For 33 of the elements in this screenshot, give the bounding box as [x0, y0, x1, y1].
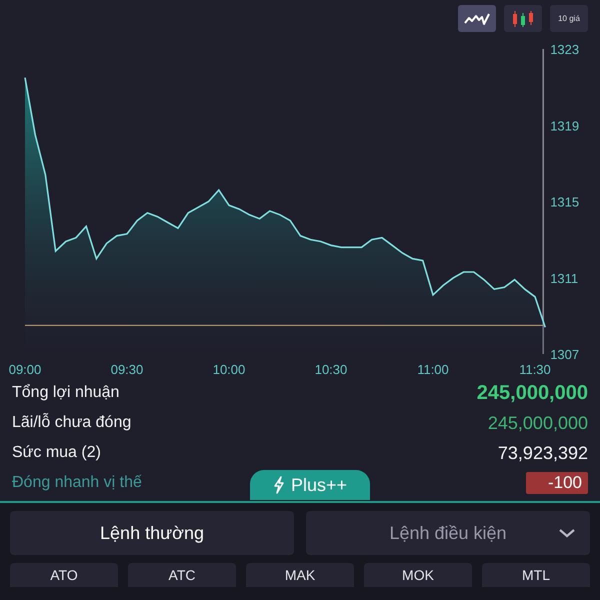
y-tick-label: 1315 — [550, 194, 580, 210]
order-type-button[interactable]: MOK — [364, 563, 472, 587]
candlestick-icon — [510, 10, 536, 28]
order-type-button[interactable]: ATO — [10, 563, 118, 587]
quick-close-button[interactable]: -100 — [526, 472, 588, 494]
order-type-button[interactable]: ATC — [128, 563, 236, 587]
summary-value: 73,923,392 — [498, 442, 588, 464]
y-tick-label: 1311 — [550, 270, 578, 286]
lightning-icon — [272, 476, 285, 494]
price-levels-button[interactable]: 10 giá — [550, 5, 588, 32]
summary-label: Lãi/lỗ chưa đóng — [12, 414, 132, 432]
y-tick-label: 1323 — [550, 42, 580, 57]
order-type-button[interactable]: MTL — [482, 563, 590, 587]
y-tick-label: 1307 — [550, 347, 580, 362]
summary-label: Tổng lợi nhuận — [12, 384, 120, 402]
line-chart-button[interactable] — [458, 5, 496, 32]
x-tick-label: 10:00 — [212, 362, 246, 377]
order-tab[interactable]: Lệnh điều kiện — [306, 511, 590, 555]
line-chart-icon — [464, 12, 490, 26]
candlestick-chart-button[interactable] — [504, 5, 542, 32]
order-type-button[interactable]: MAK — [246, 563, 354, 587]
x-tick-label: 11:00 — [417, 362, 449, 377]
x-tick-label: 11:30 — [519, 362, 551, 377]
x-tick-label: 09:00 — [8, 362, 42, 377]
x-tick-label: 10:30 — [314, 362, 348, 377]
plus-label: Plus++ — [290, 474, 348, 496]
y-tick-label: 1319 — [550, 118, 580, 134]
summary-label: Sức mua (2) — [12, 444, 101, 462]
summary-value: 245,000,000 — [488, 412, 588, 434]
x-tick-label: 09:30 — [110, 362, 144, 377]
summary-value: 245,000,000 — [476, 382, 588, 404]
quick-close-label: Đóng nhanh vị thế — [12, 474, 142, 492]
order-tab[interactable]: Lệnh thường — [10, 511, 294, 555]
